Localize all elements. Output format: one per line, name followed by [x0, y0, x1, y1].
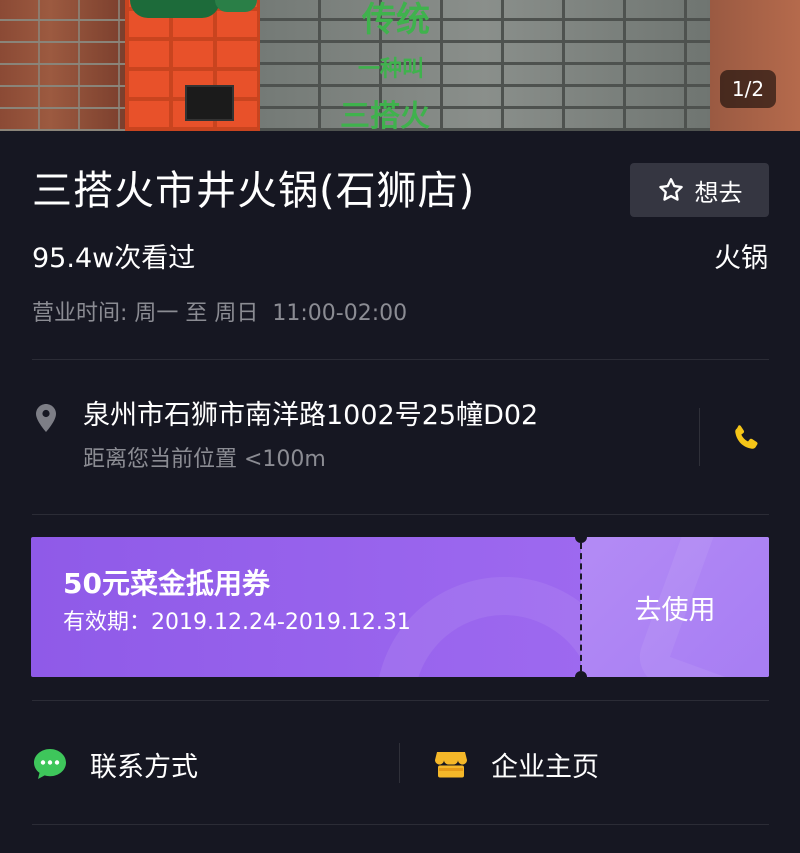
vertical-divider — [699, 408, 700, 466]
green-lamp — [130, 0, 220, 18]
brick-wall-right — [710, 0, 800, 131]
view-count: 95.4w次看过 — [32, 243, 196, 274]
category-tag: 火锅 — [714, 243, 768, 274]
divider — [32, 359, 769, 360]
phone-icon[interactable] — [730, 422, 762, 454]
grey-brick-wall — [260, 0, 710, 131]
wall-sign: 传统 一种叫 三搭火 — [330, 0, 470, 131]
want-to-go-label: 想去 — [694, 178, 743, 207]
store-photo-banner[interactable]: 传统 一种叫 三搭火 1/2 — [0, 0, 800, 131]
shop-icon — [435, 752, 467, 778]
chat-bubble-icon — [34, 749, 66, 779]
store-name: 三搭火市井火锅(石狮店) — [32, 168, 476, 214]
map-pin-icon — [36, 404, 56, 432]
company-homepage-button[interactable]: 企业主页 — [433, 738, 599, 790]
vertical-divider — [399, 743, 400, 783]
divider — [32, 700, 769, 701]
divider — [32, 514, 769, 515]
coupon-title: 50元菜金抵用券 — [63, 567, 270, 600]
contact-info-label: 联系方式 — [90, 751, 198, 783]
distance-text: 距离您当前位置 <100m — [83, 447, 326, 472]
coupon-validity: 有效期：2019.12.24-2019.12.31 — [63, 610, 411, 635]
contact-info-button[interactable]: 联系方式 — [32, 738, 198, 790]
want-to-go-button[interactable]: 想去 — [630, 163, 769, 217]
brick-wall-left — [0, 0, 125, 131]
coupon-card[interactable]: 50元菜金抵用券 有效期：2019.12.24-2019.12.31 去使用 — [31, 537, 769, 677]
sign-line-2: 一种叫 — [358, 56, 425, 82]
business-hours: 营业时间: 周一 至 周日 11:00-02:00 — [32, 301, 408, 326]
star-outline-icon — [658, 178, 683, 201]
sign-line-3: 三搭火 — [340, 99, 430, 132]
use-coupon-button[interactable]: 去使用 — [581, 537, 769, 677]
company-homepage-label: 企业主页 — [491, 751, 599, 783]
pos-monitor — [185, 85, 234, 121]
divider — [32, 824, 769, 825]
image-counter-badge: 1/2 — [720, 70, 776, 108]
sign-line-1: 传统 — [362, 0, 430, 40]
address-text: 泉州市石狮市南洋路1002号25幢D02 — [83, 400, 539, 431]
green-lamp-small — [215, 0, 257, 12]
